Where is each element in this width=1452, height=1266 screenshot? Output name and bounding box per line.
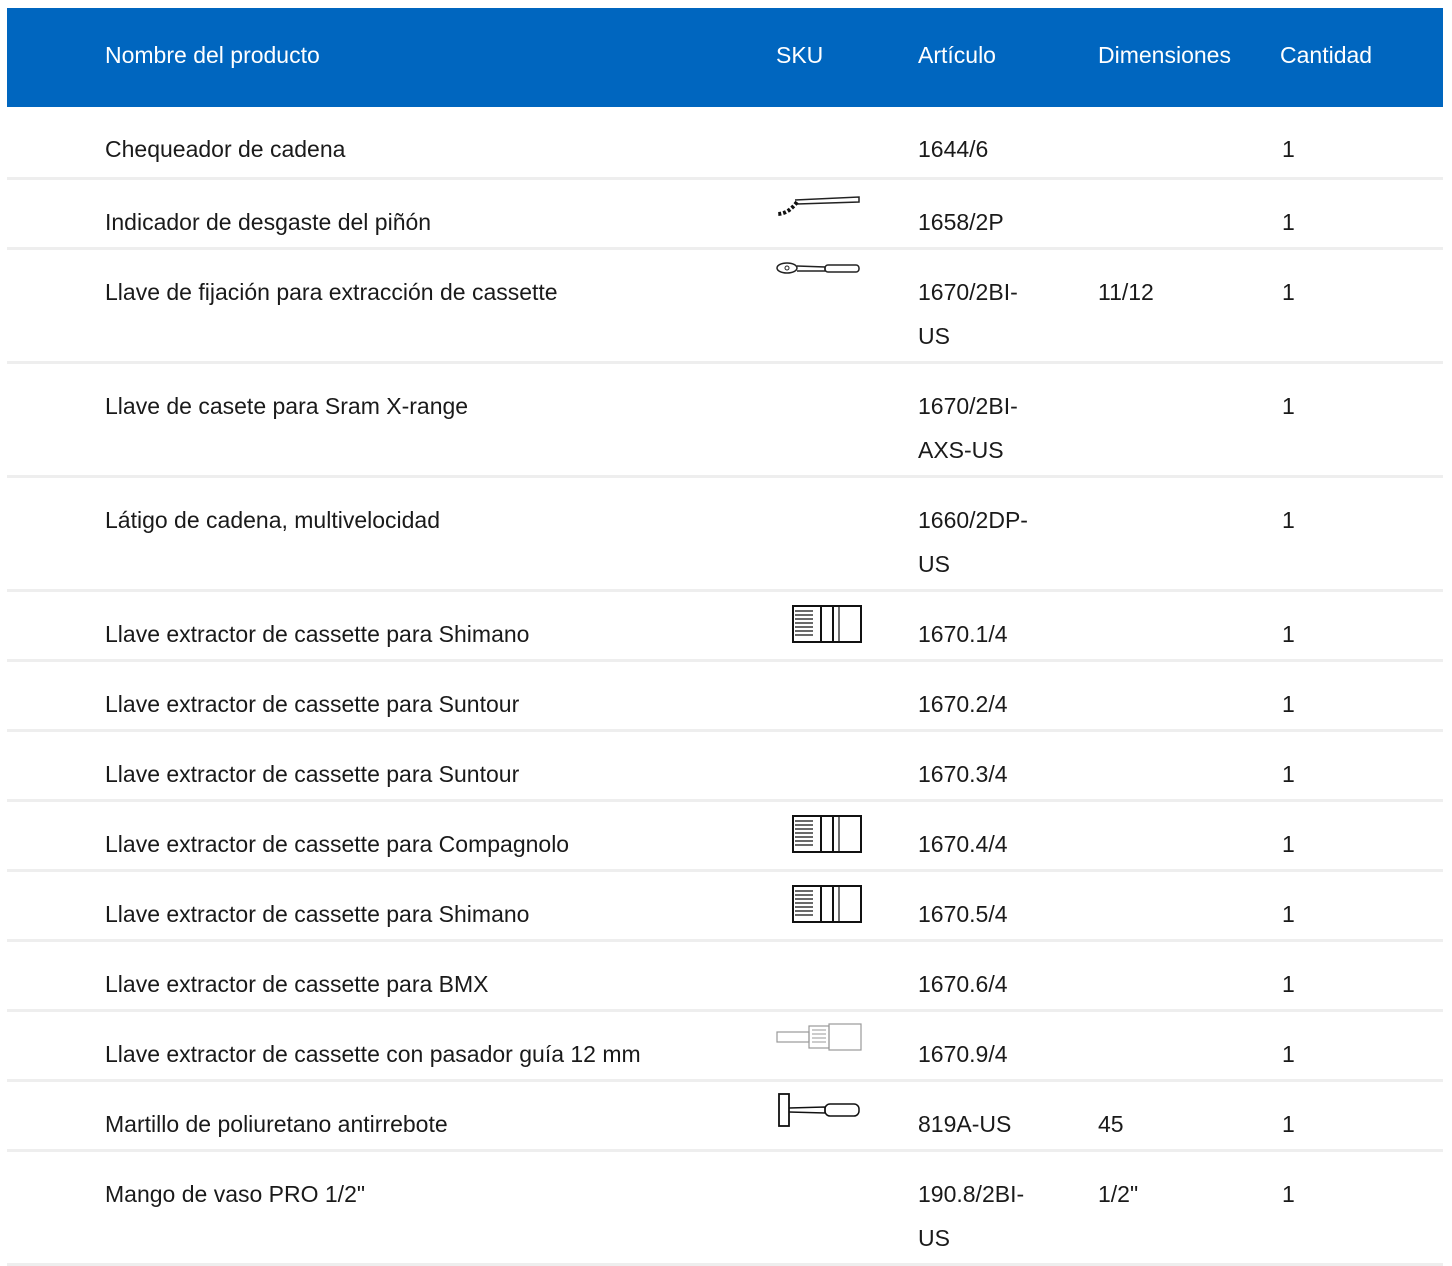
quantity-value: 1	[1282, 507, 1295, 533]
table-body: Chequeador de cadena 1644/6 1 Indicador de …	[7, 107, 1443, 1266]
product-name: Llave de fijación para extracción de cas…	[105, 279, 558, 305]
article-number: 1670.1/4	[918, 621, 1008, 647]
table-row: Llave extractor de cassette para Shimano…	[7, 872, 1443, 942]
quantity-value: 1	[1282, 1041, 1295, 1067]
table-row: Llave extractor de cassette para Compagn…	[7, 802, 1443, 872]
product-name: Chequeador de cadena	[105, 136, 346, 162]
product-table: Nombre del producto SKU Artículo Dimensi…	[7, 8, 1443, 1266]
guide-pin-tool-icon	[775, 1022, 863, 1064]
column-header-article: Artículo	[918, 42, 996, 68]
article-number: 819A-US	[918, 1111, 1012, 1137]
table-row: Llave de casete para Sram X-range 1670/2B…	[7, 364, 1443, 478]
product-name: Llave extractor de cassette para BMX	[105, 971, 489, 997]
dimensions-value: 1/2"	[1098, 1181, 1139, 1207]
hammer-icon	[775, 1092, 863, 1134]
table-row: Mango de vaso PRO 1/2" 190.8/2BI-US 1/2" 1	[7, 1152, 1443, 1266]
cassette-tool-icon	[775, 882, 863, 924]
table-row: Llave extractor de cassette para Suntour…	[7, 732, 1443, 802]
column-header-dimensions: Dimensiones	[1098, 42, 1231, 68]
column-header-name: Nombre del producto	[105, 42, 320, 68]
product-name: Llave extractor de cassette para Suntour	[105, 691, 520, 717]
article-number: 1670.3/4	[918, 761, 1008, 787]
cassette-tool-icon	[775, 602, 863, 644]
table-row: Indicador de desgaste del piñón 1658/2P 1	[7, 180, 1443, 250]
table-header: Nombre del producto SKU Artículo Dimensi…	[7, 8, 1443, 107]
dimensions-value: 11/12	[1098, 279, 1154, 305]
article-number: 1670.9/4	[918, 1041, 1008, 1067]
article-number: 1670/2BI-AXS-US	[918, 393, 1018, 463]
table-row: Llave extractor de cassette para BMX 1670…	[7, 942, 1443, 1012]
article-number: 1644/6	[918, 136, 989, 162]
quantity-value: 1	[1282, 901, 1295, 927]
table-row: Llave extractor de cassette para Suntour…	[7, 662, 1443, 732]
article-number: 1670.2/4	[918, 691, 1008, 717]
article-number: 1670.5/4	[918, 901, 1008, 927]
quantity-value: 1	[1282, 831, 1295, 857]
quantity-value: 1	[1282, 209, 1295, 235]
table-row: Llave extractor de cassette para Shimano…	[7, 592, 1443, 662]
table-row: Chequeador de cadena 1644/6 1	[7, 107, 1443, 180]
product-name: Llave de casete para Sram X-range	[105, 393, 469, 419]
product-name: Llave extractor de cassette con pasador …	[105, 1041, 641, 1067]
product-name: Látigo de cadena, multivelocidad	[105, 507, 441, 533]
quantity-value: 1	[1282, 136, 1295, 162]
quantity-value: 1	[1282, 761, 1295, 787]
quantity-value: 1	[1282, 621, 1295, 647]
wrench-icon	[775, 260, 863, 302]
table-row: Llave de fijación para extracción de cas…	[7, 250, 1443, 364]
product-name: Llave extractor de cassette para Shimano	[105, 901, 530, 927]
quantity-value: 1	[1282, 279, 1295, 305]
quantity-value: 1	[1282, 971, 1295, 997]
product-name: Indicador de desgaste del piñón	[105, 209, 432, 235]
product-name: Llave extractor de cassette para Suntour	[105, 761, 520, 787]
article-number: 1658/2P	[918, 209, 1004, 235]
article-number: 1660/2DP-US	[918, 507, 1028, 577]
quantity-value: 1	[1282, 691, 1295, 717]
chain-whip-icon	[775, 190, 863, 232]
product-name: Martillo de poliuretano antirrebote	[105, 1111, 448, 1137]
article-number: 1670.4/4	[918, 831, 1008, 857]
table-row: Látigo de cadena, multivelocidad 1660/2DP…	[7, 478, 1443, 592]
article-number: 1670/2BI-US	[918, 279, 1018, 349]
dimensions-value: 45	[1098, 1111, 1124, 1137]
article-number: 190.8/2BI-US	[918, 1181, 1025, 1251]
quantity-value: 1	[1282, 1181, 1295, 1207]
column-header-quantity: Cantidad	[1280, 42, 1373, 68]
column-header-sku: SKU	[776, 42, 824, 68]
product-name: Mango de vaso PRO 1/2"	[105, 1181, 366, 1207]
product-name: Llave extractor de cassette para Compagn…	[105, 831, 570, 857]
quantity-value: 1	[1282, 393, 1295, 419]
quantity-value: 1	[1282, 1111, 1295, 1137]
table-row: Martillo de poliuretano antirrebote 819A-…	[7, 1082, 1443, 1152]
product-name: Llave extractor de cassette para Shimano	[105, 621, 530, 647]
article-number: 1670.6/4	[918, 971, 1008, 997]
table-row: Llave extractor de cassette con pasador …	[7, 1012, 1443, 1082]
cassette-tool-icon	[775, 812, 863, 854]
